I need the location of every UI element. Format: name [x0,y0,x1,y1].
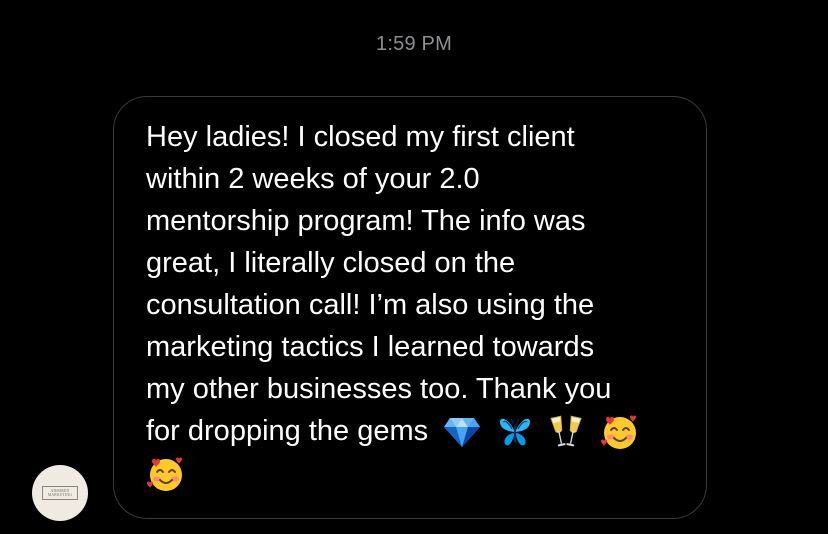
clinking-glasses-icon [550,415,582,449]
message-line: consultation call! I’m also using the [146,289,595,321]
message-line: for dropping the gems [146,415,429,447]
butterfly-icon [498,416,532,448]
message-line: marketing tactics I learned towards [146,331,595,363]
message-line: my other businesses too. Thank you [146,373,612,405]
message-line: Hey ladies! I closed my first client [146,121,575,153]
logo-line: MARKETING [47,493,73,498]
message-line-with-emojis: for dropping the gems [146,410,686,452]
sender-avatar[interactable]: ADMIRED MARKETING [32,465,88,521]
smiling-face-with-hearts-icon [600,413,640,451]
message-text: Hey ladies! I closed my first client wit… [146,116,686,494]
brand-logo: ADMIRED MARKETING [42,486,78,500]
message-last-line [146,452,686,494]
message-line: great, I literally closed on the [146,247,516,279]
message-timestamp: 1:59 PM [376,33,452,55]
gem-stone-icon [444,416,481,448]
smiling-face-with-hearts-icon [146,455,186,493]
message-line: mentorship program! The info was [146,205,586,237]
message-line: within 2 weeks of your 2.0 [146,163,480,195]
